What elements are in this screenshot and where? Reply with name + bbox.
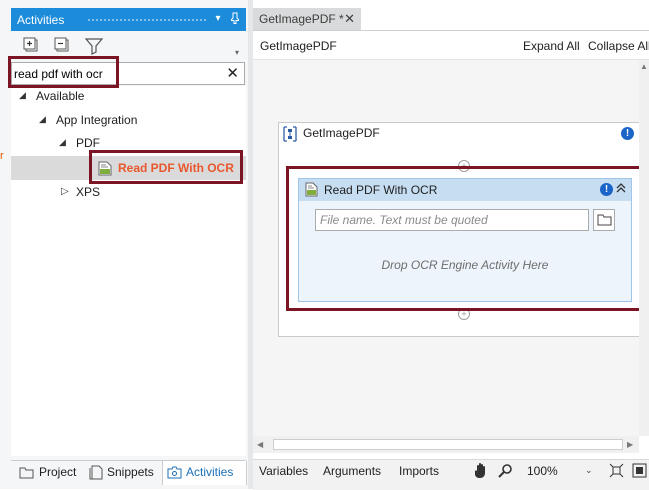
designer-bottom-bar: Variables Arguments Imports 100% ⌄ [253, 459, 649, 490]
panel-menu-arrow-icon[interactable]: ▾ [211, 12, 225, 26]
collapse-triangle-icon[interactable]: ◢ [19, 90, 26, 101]
tree-item-available[interactable]: Available [36, 86, 84, 106]
variables-tab[interactable]: Variables [259, 464, 308, 478]
scroll-left-icon[interactable]: ◀ [257, 440, 263, 449]
zoom-dropdown-icon[interactable]: ⌄ [585, 465, 593, 476]
activity-highlight-box [286, 166, 644, 311]
vertical-scrollbar[interactable]: ▲ [639, 60, 649, 436]
breadcrumb[interactable]: GetImagePDF [260, 39, 337, 53]
activities-tree [11, 86, 246, 456]
scroll-up-icon[interactable]: ▲ [640, 62, 648, 71]
sequence-icon [282, 126, 298, 145]
imports-tab[interactable]: Imports [399, 464, 439, 478]
zoom-search-icon[interactable] [498, 463, 513, 481]
expand-all-icon[interactable] [23, 37, 41, 55]
zoom-level[interactable]: 100% [527, 464, 558, 478]
tab-snippets-label: Snippets [107, 465, 154, 479]
tab-snippets[interactable]: Snippets [87, 461, 163, 485]
clear-search-icon[interactable]: ✕ [226, 65, 239, 82]
activities-panel-title: Activities [17, 13, 65, 27]
pin-icon[interactable] [228, 12, 242, 26]
collapse-triangle-icon[interactable]: ◢ [59, 137, 66, 148]
tree-item-app-integration[interactable]: App Integration [56, 110, 137, 130]
close-tab-icon[interactable]: ✕ [344, 11, 355, 27]
arguments-tab[interactable]: Arguments [323, 464, 381, 478]
pan-hand-icon[interactable] [473, 462, 489, 482]
sequence-title[interactable]: GetImagePDF [303, 126, 380, 140]
search-highlight-box [8, 56, 119, 88]
result-highlight-box [89, 150, 243, 184]
horizontal-scrollbar[interactable]: ◀ ▶ [253, 436, 639, 453]
folder-icon [19, 467, 34, 479]
validation-warning-icon[interactable]: ! [621, 127, 634, 140]
scroll-thumb[interactable] [273, 439, 623, 450]
tab-activities-label: Activities [186, 465, 234, 479]
tab-project[interactable]: Project [15, 461, 85, 485]
collapse-all-link[interactable]: Collapse All [588, 39, 649, 53]
sequence-header: GetImagePDF ! [279, 123, 642, 145]
filter-icon[interactable] [84, 37, 104, 55]
activities-tab-icon [167, 466, 182, 479]
document-tab-getimagepdf[interactable]: GetImagePDF * ✕ [253, 8, 361, 30]
expand-triangle-icon[interactable]: ▷ [61, 186, 69, 197]
panel-edge-marker: r [0, 150, 4, 162]
panel-bottom-tabs: Project Snippets Activities [11, 460, 247, 485]
tab-project-label: Project [39, 465, 77, 479]
activities-panel-header: Activities ▾ [11, 8, 246, 31]
tab-activities[interactable]: Activities [162, 461, 247, 485]
collapse-triangle-icon[interactable]: ◢ [39, 114, 46, 125]
overview-map-icon[interactable] [632, 463, 647, 481]
fit-to-screen-icon[interactable] [609, 463, 624, 481]
snippets-icon [89, 465, 103, 480]
tree-item-xps[interactable]: XPS [76, 182, 100, 202]
collapse-all-icon[interactable] [54, 37, 72, 55]
designer-header: GetImagePDF Expand All Collapse All [253, 31, 649, 60]
toolbar-overflow-icon[interactable]: ▾ [235, 48, 239, 57]
scroll-right-icon[interactable]: ▶ [627, 440, 633, 449]
panel-drag-grip[interactable] [87, 18, 206, 23]
document-tab-label: GetImagePDF * [259, 12, 344, 26]
expand-all-link[interactable]: Expand All [523, 39, 580, 53]
